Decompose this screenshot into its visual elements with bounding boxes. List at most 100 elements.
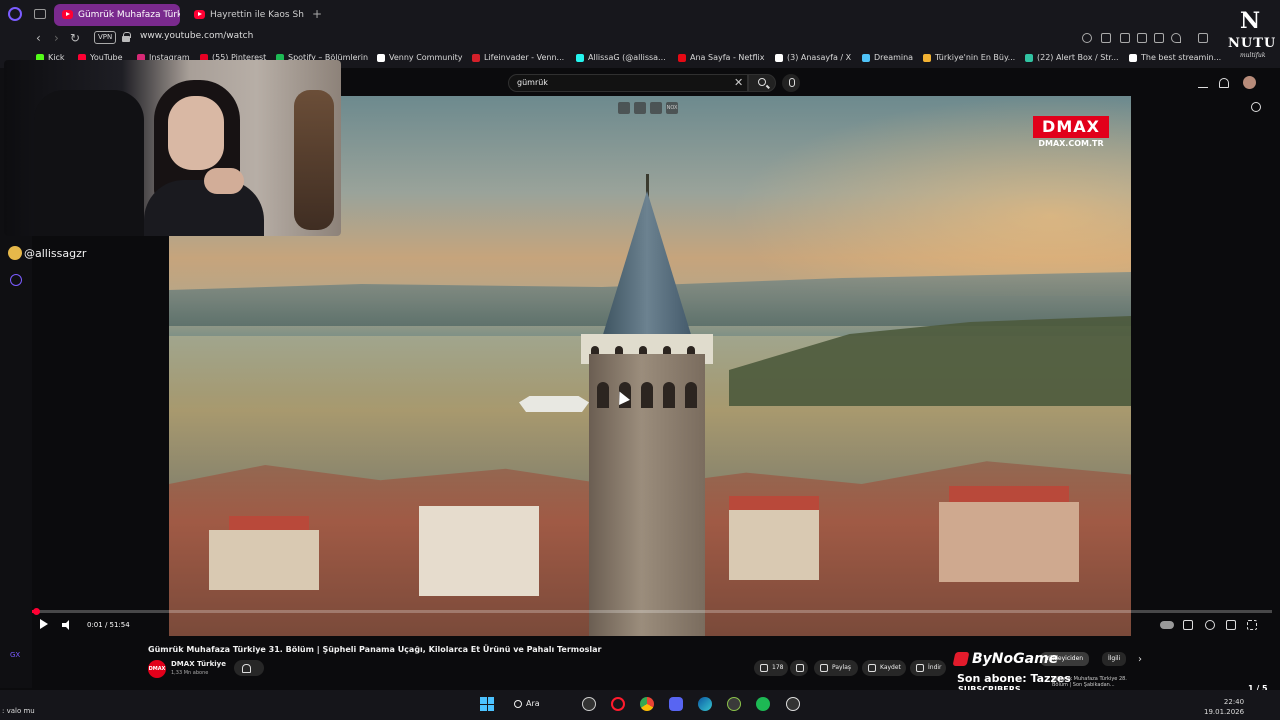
tab-active[interactable]: Gümrük Muhafaza Türk xyxy=(54,4,180,26)
theater-mode-icon[interactable] xyxy=(1226,620,1236,630)
spotify-icon[interactable] xyxy=(756,697,770,711)
bookmark-lifeinvader[interactable]: Lifeinvader - Venn... xyxy=(472,51,564,65)
logo-subtext: multifuk xyxy=(1240,52,1266,59)
video-frame-arch xyxy=(663,382,675,408)
search-input[interactable]: gümrük xyxy=(508,74,748,92)
play-icon[interactable] xyxy=(40,619,48,629)
pip-icon[interactable] xyxy=(618,102,630,114)
channel-name[interactable]: DMAX Türkiye xyxy=(171,660,226,668)
bookmark-turkiye[interactable]: Türkiye'nin En Büy... xyxy=(923,51,1015,65)
download-button[interactable]: İndir xyxy=(910,660,946,676)
progress-scrubber[interactable] xyxy=(33,608,40,615)
channel-subscribers: 1,33 Mn abone xyxy=(171,670,209,676)
bookmark-label: Türkiye'nin En Büy... xyxy=(935,53,1016,62)
settings-gear-icon[interactable] xyxy=(1205,620,1215,630)
avatar[interactable] xyxy=(1243,76,1256,89)
notifications-icon[interactable] xyxy=(1219,78,1229,88)
info-icon[interactable] xyxy=(1251,102,1261,112)
windows-start-icon[interactable] xyxy=(480,697,494,711)
voice-search-icon[interactable] xyxy=(782,74,800,92)
bookmark-label: Ana Sayfa - Netflix xyxy=(690,53,765,62)
fullscreen-icon[interactable] xyxy=(1247,620,1257,630)
taskbar-status-text: : valo mu xyxy=(2,707,35,715)
search-icon xyxy=(758,78,766,86)
bookmark-streaming[interactable]: The best streamin... xyxy=(1129,51,1221,65)
lifeinvader-icon xyxy=(472,54,480,62)
bookmark-dreamina[interactable]: Dreamina xyxy=(862,51,913,65)
autoplay-toggle[interactable] xyxy=(1160,621,1174,629)
forward-icon[interactable]: › xyxy=(54,30,59,46)
webcam-statue xyxy=(294,90,334,230)
bookmark-label: Dreamina xyxy=(874,53,914,62)
lock-icon[interactable] xyxy=(122,32,131,42)
heart-icon[interactable] xyxy=(1171,33,1181,43)
send-icon[interactable] xyxy=(1154,33,1164,43)
download-icon xyxy=(916,664,924,672)
taskbar-clock[interactable]: 22:40 19.01.2026 xyxy=(1204,697,1244,717)
opera-logo-icon[interactable] xyxy=(8,7,22,21)
video-overlay-toolbar: NOX xyxy=(618,102,682,114)
obs-icon[interactable] xyxy=(786,697,800,711)
opera-gx-icon[interactable] xyxy=(611,697,625,711)
url-field[interactable]: www.youtube.com/watch xyxy=(140,31,253,41)
bookmark-tiktok[interactable]: AllissaG (@allissa... xyxy=(576,51,666,65)
pin-icon[interactable] xyxy=(1101,33,1111,43)
notification-bell-button[interactable] xyxy=(234,660,264,676)
bookmark-venny[interactable]: Venny Community xyxy=(377,51,463,65)
clock-time: 22:40 xyxy=(1223,698,1245,706)
bookmark-x[interactable]: (3) Anasayfa / X xyxy=(775,51,851,65)
bookmark-alertbox[interactable]: (22) Alert Box / Str... xyxy=(1025,51,1119,65)
new-tab-button[interactable]: + xyxy=(312,8,324,20)
discord-icon[interactable] xyxy=(669,697,683,711)
screenshot-icon[interactable] xyxy=(1120,33,1130,43)
bookmark-label: (3) Anasayfa / X xyxy=(787,53,852,62)
subtitles-icon[interactable] xyxy=(1183,620,1193,630)
skip-icon[interactable] xyxy=(650,102,662,114)
bookmark-label: AllissaG (@allissa... xyxy=(588,53,666,62)
video-frame-arch xyxy=(641,382,653,408)
chips-next-icon[interactable]: › xyxy=(1138,654,1142,665)
video-frame-roof xyxy=(729,496,819,510)
like-button[interactable]: 178 xyxy=(754,660,788,676)
extensions-icon[interactable] xyxy=(1198,33,1208,43)
video-title: Gümrük Muhafaza Türkiye 31. Bölüm | Şüph… xyxy=(148,645,602,654)
app-icon[interactable] xyxy=(582,697,596,711)
zoom-icon[interactable] xyxy=(1082,33,1092,43)
webcam-body xyxy=(144,180,264,236)
back-icon[interactable]: ‹ xyxy=(36,30,41,46)
channel-watermark: DMAX DMAX.COM.TR xyxy=(1033,116,1109,152)
bynogame-logo-icon xyxy=(952,652,970,666)
logo-monogram: N xyxy=(1240,8,1261,34)
bookmark-netflix[interactable]: Ana Sayfa - Netflix xyxy=(678,51,764,65)
upload-icon[interactable] xyxy=(1198,78,1208,88)
clear-search-icon[interactable]: ✕ xyxy=(734,76,743,90)
reload-icon[interactable]: ↻ xyxy=(70,30,80,46)
webcam-face xyxy=(168,96,224,170)
settings-icon[interactable] xyxy=(10,274,22,286)
tab-manager-icon[interactable] xyxy=(34,9,46,19)
video-frame-arch xyxy=(685,382,697,408)
dislike-button[interactable] xyxy=(790,660,808,676)
last-subscriber-widget: ByNoGame Son abone: Tazzes xyxy=(952,648,1092,688)
kick-play-icon xyxy=(8,246,22,260)
chrome-icon[interactable] xyxy=(640,697,654,711)
chip-related[interactable]: İlgili xyxy=(1102,652,1127,666)
volume-icon[interactable] xyxy=(62,620,72,630)
save-button[interactable]: Kaydet xyxy=(862,660,906,676)
share-button[interactable]: Paylaş xyxy=(814,660,858,676)
site-icon xyxy=(923,54,931,62)
vpn-badge[interactable]: VPN xyxy=(94,31,117,44)
edge-icon[interactable] xyxy=(698,697,712,711)
youtube-icon xyxy=(62,10,73,19)
progress-bar[interactable] xyxy=(32,610,1272,613)
nox-label[interactable]: NOX xyxy=(666,102,678,114)
popout-icon[interactable] xyxy=(634,102,646,114)
xbox-icon[interactable] xyxy=(727,697,741,711)
channel-avatar[interactable]: DMAX xyxy=(148,660,166,678)
save-label: Kaydet xyxy=(880,664,901,671)
shield-icon[interactable] xyxy=(1137,33,1147,43)
webcam-chair xyxy=(34,90,144,236)
search-button[interactable] xyxy=(748,74,776,92)
taskbar-search[interactable]: Ara xyxy=(514,696,566,712)
tab-inactive[interactable]: Hayrettin ile Kaos Show - xyxy=(186,4,304,26)
